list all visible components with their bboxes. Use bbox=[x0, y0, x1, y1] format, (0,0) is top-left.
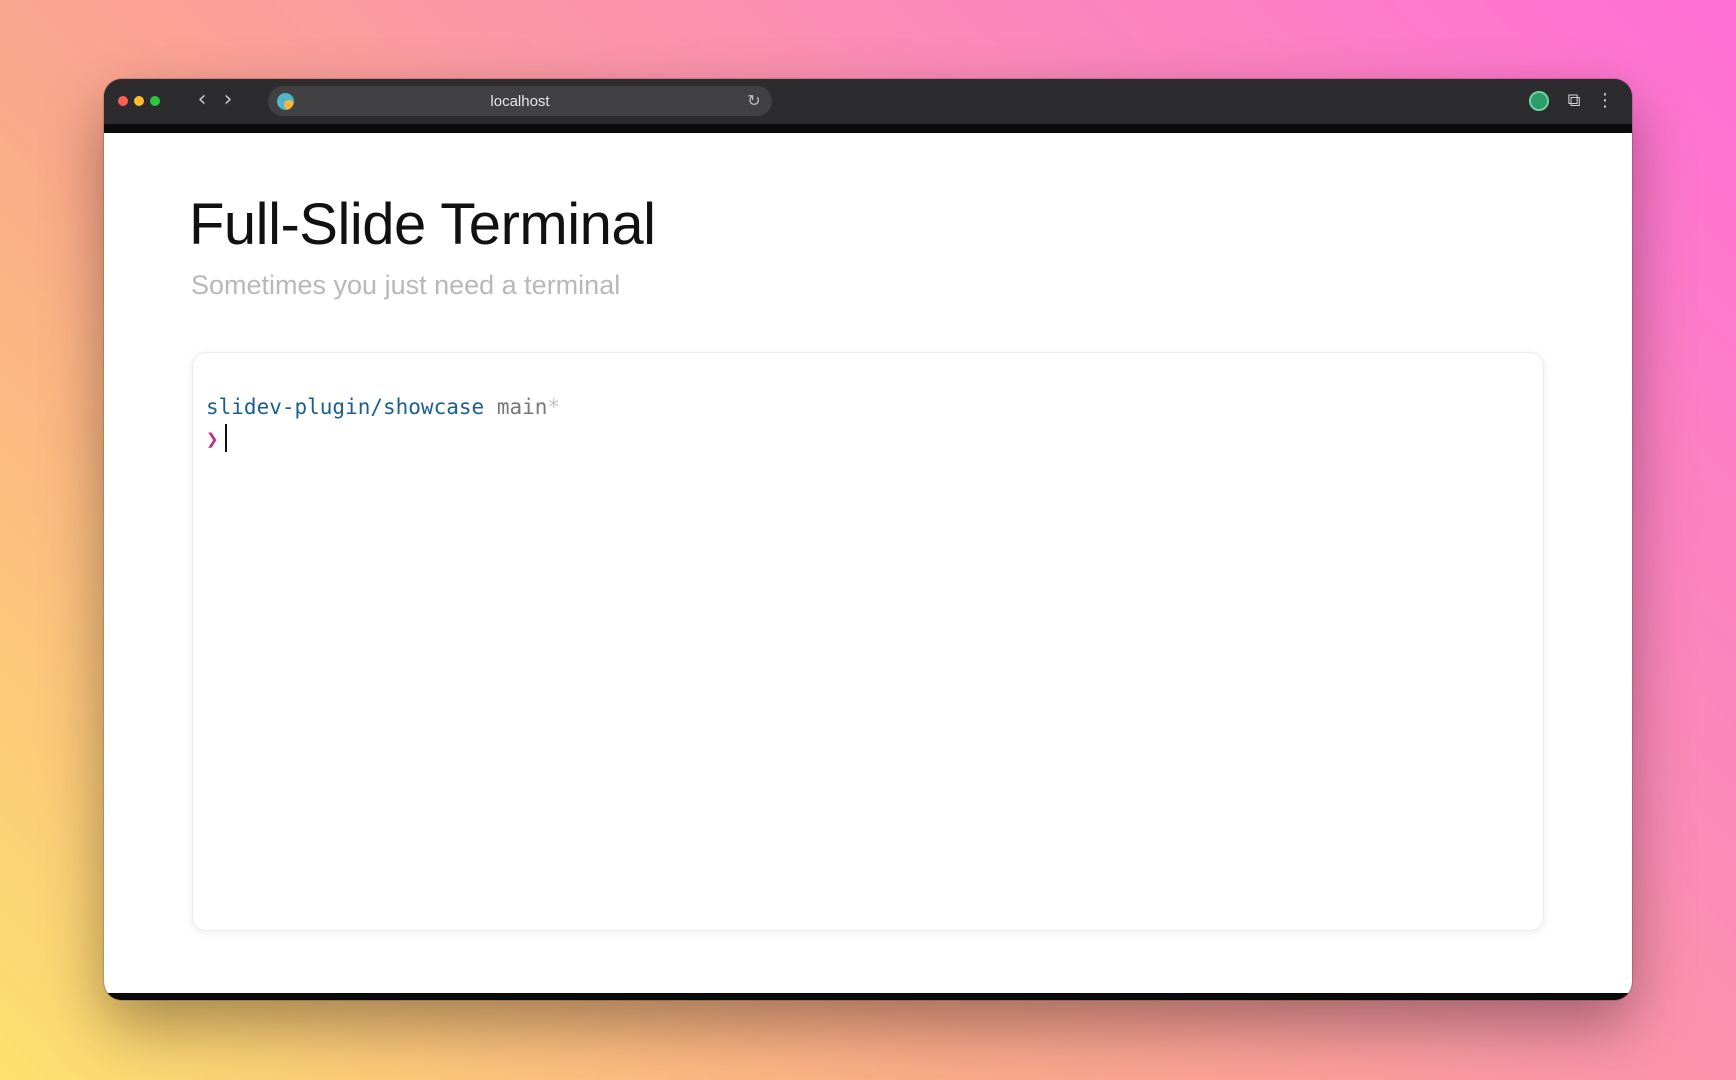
terminal-branch: main bbox=[496, 395, 548, 419]
divider bbox=[104, 124, 1632, 133]
chevron-left-icon[interactable]: ‹ bbox=[192, 89, 212, 111]
puzzle-icon[interactable]: ⧉ bbox=[1563, 90, 1585, 112]
maximize-window-button[interactable] bbox=[150, 96, 160, 106]
address-bar[interactable]: localhost ↻ bbox=[268, 86, 772, 116]
browser-window: ‹ › localhost ↻ ⧉ ⋮ Full-Slide Terminal … bbox=[104, 79, 1632, 1000]
text-cursor bbox=[224, 424, 227, 452]
terminal-dirty-marker: * bbox=[547, 395, 561, 419]
terminal-status-line: slidev-plugin/showcase main* bbox=[206, 395, 560, 419]
terminal-input-line[interactable]: ❯ bbox=[206, 424, 227, 452]
minimize-window-button[interactable] bbox=[134, 96, 144, 106]
browser-toolbar: ‹ › localhost ↻ ⧉ ⋮ bbox=[104, 79, 1632, 124]
terminal-path: slidev-plugin/showcase bbox=[206, 395, 485, 419]
terminal-panel[interactable]: slidev-plugin/showcase main* ❯ bbox=[192, 352, 1544, 931]
divider bbox=[104, 993, 1632, 1000]
url-text[interactable]: localhost bbox=[268, 93, 772, 110]
chevron-right-icon[interactable]: › bbox=[218, 89, 238, 111]
page-subtitle: Sometimes you just need a terminal bbox=[191, 270, 621, 300]
slide-content: Full-Slide Terminal Sometimes you just n… bbox=[104, 133, 1632, 993]
page-title: Full-Slide Terminal bbox=[189, 192, 656, 257]
reload-icon[interactable]: ↻ bbox=[744, 91, 764, 111]
profile-icon[interactable] bbox=[1529, 91, 1549, 111]
more-vertical-icon[interactable]: ⋮ bbox=[1596, 90, 1614, 112]
close-window-button[interactable] bbox=[118, 96, 128, 106]
prompt-icon: ❯ bbox=[206, 427, 219, 451]
